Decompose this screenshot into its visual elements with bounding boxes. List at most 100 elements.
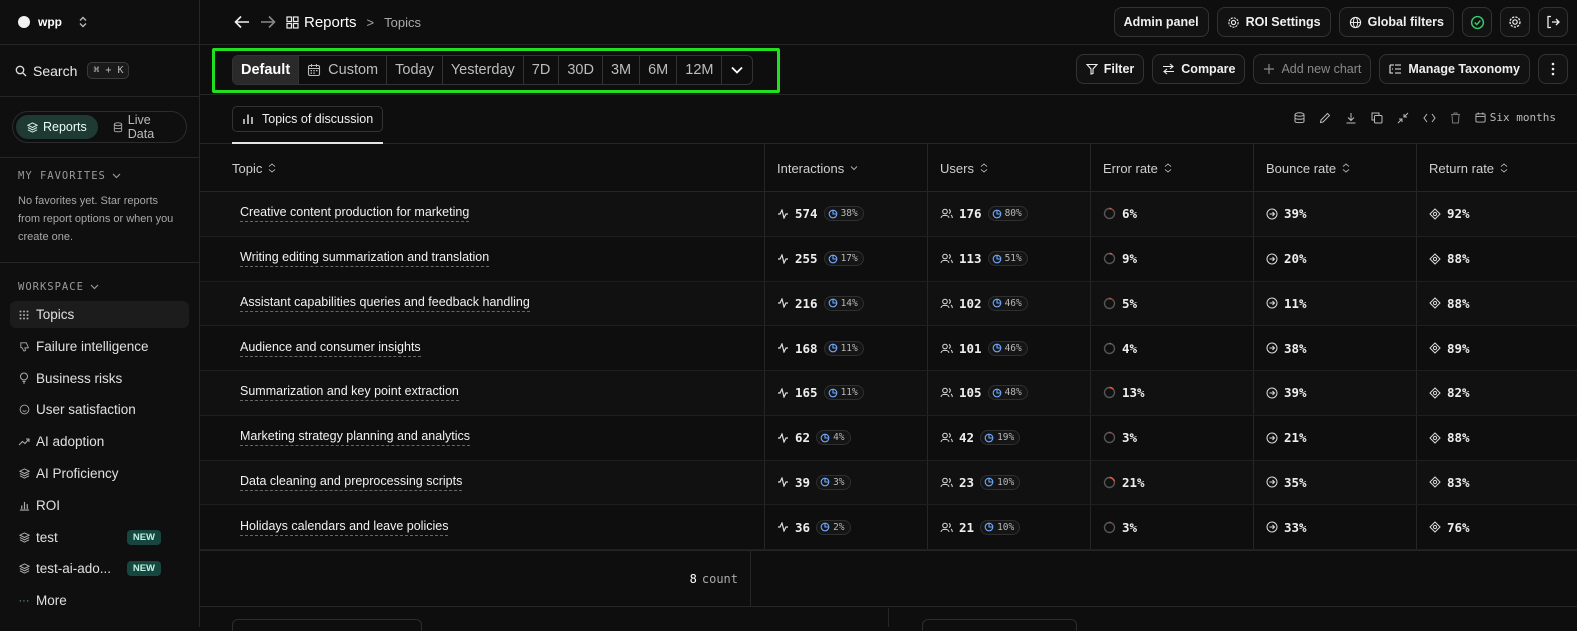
range-custom[interactable]: Custom bbox=[299, 56, 388, 84]
col-header-label: Users bbox=[940, 160, 974, 176]
topic-cell[interactable]: Assistant capabilities queries and feedb… bbox=[200, 281, 765, 326]
manage-taxonomy-button[interactable]: Manage Taxonomy bbox=[1379, 54, 1530, 84]
topic-cell[interactable]: Holidays calendars and leave policies bbox=[200, 505, 765, 549]
table-row[interactable]: Holidays calendars and leave policies 36… bbox=[200, 505, 1577, 550]
topic-cell[interactable]: Marketing strategy planning and analytic… bbox=[200, 415, 765, 460]
topic-name[interactable]: Data cleaning and preprocessing scripts bbox=[240, 474, 463, 491]
topic-cell[interactable]: Audience and consumer insights bbox=[200, 326, 765, 370]
search-button[interactable]: Search ⌘ + K bbox=[0, 45, 199, 97]
table-row[interactable]: Summarization and key point extraction 1… bbox=[200, 371, 1577, 416]
sidebar-item-label: Topics bbox=[36, 307, 75, 322]
filter-button[interactable]: Filter bbox=[1075, 54, 1145, 84]
activity-icon bbox=[777, 522, 789, 533]
sidebar-item-test-ai-adoption[interactable]: test-ai-ado... NEW bbox=[10, 555, 189, 582]
mode-live-data[interactable]: Live Data bbox=[102, 113, 183, 141]
sidebar-item-topics[interactable]: Topics bbox=[10, 301, 189, 328]
code-icon[interactable] bbox=[1423, 113, 1436, 123]
table-row[interactable]: Assistant capabilities queries and feedb… bbox=[200, 281, 1577, 327]
topic-cell[interactable]: Writing editing summarization and transl… bbox=[200, 236, 765, 281]
topic-name[interactable]: Creative content production for marketin… bbox=[240, 205, 470, 223]
range-7d[interactable]: 7D bbox=[524, 56, 560, 84]
roi-settings-button[interactable]: ROI Settings bbox=[1216, 7, 1331, 37]
topic-cell[interactable]: Summarization and key point extraction bbox=[200, 371, 765, 415]
table-row[interactable]: Data cleaning and preprocessing scripts … bbox=[200, 460, 1577, 506]
copy-icon[interactable] bbox=[1371, 112, 1383, 124]
back-arrow-icon[interactable] bbox=[234, 15, 250, 29]
compare-button[interactable]: Compare bbox=[1152, 54, 1246, 84]
mode-reports[interactable]: Reports bbox=[16, 115, 98, 139]
col-header-interactions[interactable]: Interactions bbox=[765, 144, 928, 192]
range-yesterday[interactable]: Yesterday bbox=[443, 56, 524, 84]
toolbar-actions: Filter Compare Add new chart Manage Taxo… bbox=[1075, 54, 1568, 84]
return-rate-value: 92% bbox=[1447, 206, 1470, 222]
col-header-error-rate[interactable]: Error rate bbox=[1091, 144, 1254, 192]
workspace-switcher[interactable]: wpp bbox=[0, 0, 199, 45]
logout-button[interactable] bbox=[1538, 7, 1568, 37]
breadcrumb-reports[interactable]: Reports bbox=[286, 14, 357, 31]
col-header-bounce-rate[interactable]: Bounce rate bbox=[1254, 144, 1417, 192]
compare-label: Compare bbox=[1181, 62, 1236, 76]
trash-icon[interactable] bbox=[1450, 112, 1461, 124]
col-header-return-rate[interactable]: Return rate bbox=[1417, 144, 1577, 192]
sidebar-item-test[interactable]: test NEW bbox=[10, 524, 189, 551]
favorites-title[interactable]: MY FAVORITES bbox=[0, 170, 199, 182]
sidebar-item-ai-adoption[interactable]: AI adoption bbox=[10, 428, 189, 455]
topic-cell[interactable]: Data cleaning and preprocessing scripts bbox=[200, 460, 765, 505]
admin-panel-button[interactable]: Admin panel bbox=[1113, 7, 1209, 37]
settings-button[interactable] bbox=[1500, 7, 1530, 37]
more-options-button[interactable] bbox=[1538, 54, 1568, 84]
sidebar-item-business-risks[interactable]: Business risks bbox=[10, 365, 189, 392]
range-today[interactable]: Today bbox=[387, 56, 443, 84]
range-more-dropdown[interactable] bbox=[722, 56, 752, 84]
workspace-section-title[interactable]: WORKSPACE bbox=[0, 281, 199, 293]
col-header-users[interactable]: Users bbox=[928, 144, 1091, 192]
table-row[interactable]: Creative content production for marketin… bbox=[200, 192, 1577, 237]
interactions-value: 574 bbox=[795, 206, 818, 222]
table-row[interactable]: Writing editing summarization and transl… bbox=[200, 236, 1577, 282]
pie-icon bbox=[984, 433, 994, 443]
breadcrumb-topics: Topics bbox=[384, 14, 421, 30]
range-12m[interactable]: 12M bbox=[677, 56, 723, 84]
sidebar-item-user-satisfaction[interactable]: User satisfaction bbox=[10, 396, 189, 423]
database-icon[interactable] bbox=[1294, 111, 1305, 124]
topic-name[interactable]: Assistant capabilities queries and feedb… bbox=[240, 295, 530, 312]
range-default[interactable]: Default bbox=[233, 56, 300, 84]
sidebar-divider bbox=[0, 157, 199, 158]
topbar-actions: Admin panel ROI Settings Global filters bbox=[1113, 7, 1577, 37]
smile-icon bbox=[18, 404, 30, 416]
range-30d[interactable]: 30D bbox=[559, 56, 603, 84]
topic-name[interactable]: Writing editing summarization and transl… bbox=[240, 250, 490, 268]
error-ring-icon bbox=[1103, 386, 1116, 399]
sidebar-item-roi[interactable]: ROI bbox=[10, 492, 189, 519]
add-new-chart-button[interactable]: Add new chart bbox=[1253, 54, 1372, 84]
range-3m[interactable]: 3M bbox=[603, 56, 641, 84]
vertical-dots-icon bbox=[1551, 62, 1555, 76]
sidebar-item-failure-intelligence[interactable]: Failure intelligence bbox=[10, 333, 189, 360]
chevron-down-icon bbox=[90, 284, 99, 290]
interactions-value: 39 bbox=[795, 474, 811, 490]
table-row[interactable]: Marketing strategy planning and analytic… bbox=[200, 415, 1577, 461]
topic-name[interactable]: Summarization and key point extraction bbox=[240, 384, 459, 402]
new-badge: NEW bbox=[126, 529, 161, 545]
topic-name[interactable]: Audience and consumer insights bbox=[240, 340, 421, 357]
global-filters-button[interactable]: Global filters bbox=[1338, 7, 1454, 37]
table-row[interactable]: Audience and consumer insights 168 11% 1… bbox=[200, 326, 1577, 371]
forward-arrow-icon[interactable] bbox=[260, 15, 276, 29]
range-6m[interactable]: 6M bbox=[640, 56, 678, 84]
pencil-icon[interactable] bbox=[1319, 112, 1331, 124]
table-footer: 8 count bbox=[200, 550, 1577, 607]
topic-cell[interactable]: Creative content production for marketin… bbox=[200, 192, 765, 236]
sidebar-divider bbox=[0, 262, 199, 263]
topic-name[interactable]: Marketing strategy planning and analytic… bbox=[240, 429, 470, 447]
download-icon[interactable] bbox=[1345, 112, 1357, 124]
sidebar-item-more[interactable]: ··· More bbox=[10, 587, 189, 614]
mode-reports-label: Reports bbox=[43, 120, 87, 134]
collapse-icon[interactable] bbox=[1397, 112, 1409, 124]
period-label[interactable]: Six months bbox=[1475, 111, 1556, 124]
sidebar-item-ai-proficiency[interactable]: AI Proficiency bbox=[10, 460, 189, 487]
tab-topics-of-discussion[interactable]: Topics of discussion bbox=[232, 106, 384, 132]
col-header-topic[interactable]: Topic bbox=[200, 144, 765, 192]
status-button[interactable] bbox=[1462, 7, 1492, 37]
error-ring-icon bbox=[1103, 476, 1116, 489]
topic-name[interactable]: Holidays calendars and leave policies bbox=[240, 519, 449, 536]
